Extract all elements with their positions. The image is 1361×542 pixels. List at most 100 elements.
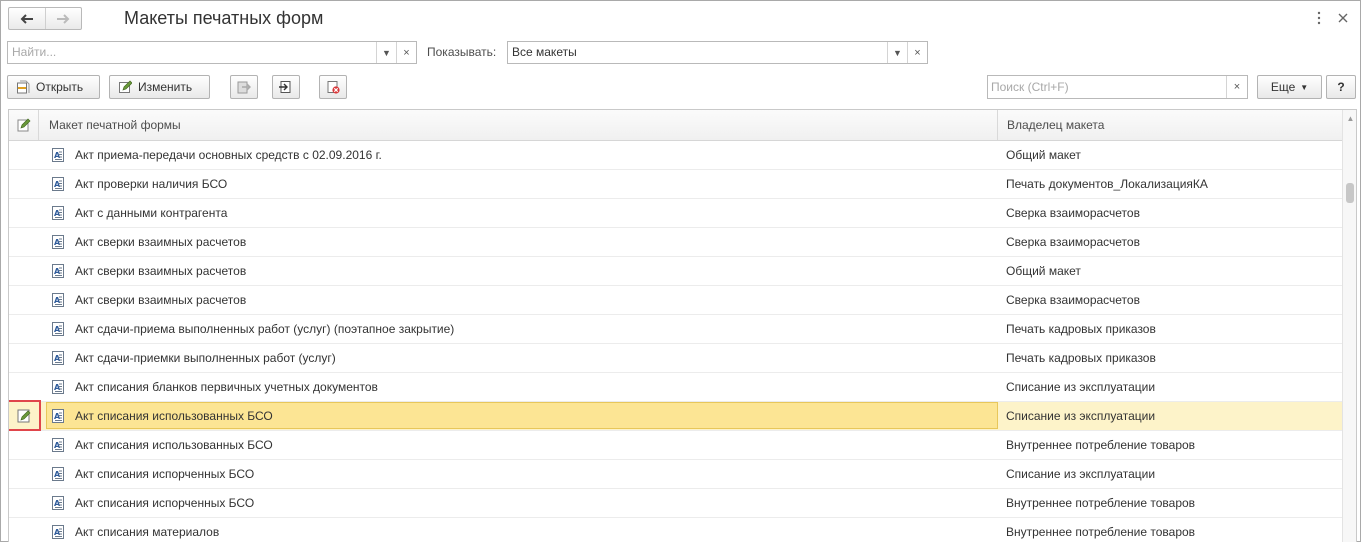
table-row[interactable]: A Акт сверки взаимных расчетов Общий макет [9, 257, 1342, 286]
template-owner-cell[interactable]: Сверка взаиморасчетов [1006, 199, 1140, 227]
template-name: Акт сдачи-приема выполненных работ (услу… [75, 322, 455, 336]
owner-column-header[interactable]: Владелец макета [1007, 110, 1104, 140]
name-column-header[interactable]: Макет печатной формы [49, 110, 181, 140]
grid-search: Поиск (Ctrl+F) × [987, 75, 1248, 99]
load-from-file-button[interactable] [272, 75, 300, 99]
edit-button[interactable]: Изменить [109, 75, 210, 99]
template-name-cell[interactable]: A Акт проверки наличия БСО [47, 170, 997, 198]
find-clear-button[interactable]: × [396, 42, 416, 63]
template-name-cell[interactable]: A Акт приема-передачи основных средств с … [47, 141, 997, 169]
template-name-cell[interactable]: A Акт с данными контрагента [47, 199, 997, 227]
table-row[interactable]: A Акт списания бланков первичных учетных … [9, 373, 1342, 402]
open-button[interactable]: Открыть [7, 75, 100, 99]
show-dropdown-button[interactable]: ▼ [887, 42, 907, 63]
find-dropdown-button[interactable]: ▼ [376, 42, 396, 63]
chevron-down-icon: ▼ [382, 47, 391, 58]
grid-search-clear-button[interactable]: × [1226, 76, 1247, 98]
template-document-icon: A [50, 321, 66, 337]
template-name-cell[interactable]: A Акт сверки взаимных расчетов [47, 257, 997, 285]
template-document-icon: A [50, 437, 66, 453]
template-document-icon: A [50, 466, 66, 482]
table-row[interactable]: A Акт списания испорченных БСО Списание из… [9, 460, 1342, 489]
help-button[interactable]: ? [1326, 75, 1356, 99]
edit-icon [118, 80, 132, 94]
template-owner-cell[interactable]: Печать документов_ЛокализацияКА [1006, 170, 1208, 198]
help-button-label: ? [1337, 80, 1345, 94]
template-name-cell[interactable]: A Акт сверки взаимных расчетов [47, 286, 997, 314]
table-row[interactable]: A Акт списания испорченных БСО Внутреннее … [9, 489, 1342, 518]
template-name: Акт списания испорченных БСО [75, 467, 255, 481]
delete-changed-template-button[interactable] [319, 75, 347, 99]
template-name-cell[interactable]: A Акт списания испорченных БСО [47, 460, 997, 488]
grid-header: Макет печатной формы Владелец макета [9, 110, 1342, 141]
template-owner-cell[interactable]: Общий макет [1006, 141, 1081, 169]
template-name-cell[interactable]: A Акт сверки взаимных расчетов [47, 228, 997, 256]
template-document-icon: A [50, 147, 66, 163]
delete-icon [327, 81, 340, 94]
forward-button[interactable] [44, 8, 82, 29]
table-row[interactable]: A Акт сдачи-приема выполненных работ (усл… [9, 315, 1342, 344]
template-owner-cell[interactable]: Печать кадровых приказов [1006, 315, 1156, 343]
table-row[interactable]: A Акт проверки наличия БСО Печать документ… [9, 170, 1342, 199]
close-button[interactable] [1336, 9, 1350, 27]
template-owner-cell[interactable]: Общий макет [1006, 257, 1081, 285]
template-name: Акт сверки взаимных расчетов [75, 264, 247, 278]
find-combo: Найти... ▼ × [7, 41, 417, 64]
arrow-left-icon [20, 13, 33, 24]
close-icon: × [403, 46, 410, 59]
template-name: Акт списания бланков первичных учетных д… [75, 380, 378, 394]
template-name: Акт приема-передачи основных средств с 0… [75, 148, 382, 162]
template-document-icon: A [50, 263, 66, 279]
table-row[interactable]: A Акт списания использованных БСО Списание… [9, 400, 1342, 431]
table-row[interactable]: A Акт с данными контрагента Сверка взаимор… [9, 199, 1342, 228]
changed-column-header[interactable] [17, 110, 31, 140]
templates-grid: Макет печатной формы Владелец макета A Ак… [8, 109, 1357, 542]
grid-rows: A Акт приема-передачи основных средств с … [9, 141, 1342, 542]
template-owner-cell[interactable]: Списание из эксплуатации [1006, 373, 1155, 401]
template-name: Акт списания использованных БСО [75, 408, 273, 423]
template-owner-cell[interactable]: Печать кадровых приказов [1006, 344, 1156, 372]
close-icon: × [914, 46, 921, 59]
template-owner-cell[interactable]: Сверка взаиморасчетов [1006, 228, 1140, 256]
template-owner-cell[interactable]: Внутреннее потребление товаров [1006, 489, 1195, 517]
template-document-icon: A [50, 524, 66, 540]
template-name-cell[interactable]: A Акт списания материалов [47, 518, 997, 542]
arrow-right-icon [57, 13, 70, 24]
table-row[interactable]: A Акт списания использованных БСО Внутренн… [9, 431, 1342, 460]
table-row[interactable]: A Акт сверки взаимных расчетов Сверка взаи… [9, 286, 1342, 315]
changed-template-icon [9, 400, 41, 431]
template-name-cell[interactable]: A Акт списания бланков первичных учетных … [47, 373, 997, 401]
vertical-scrollbar[interactable]: ▲ [1342, 110, 1356, 542]
template-name: Акт сверки взаимных расчетов [75, 293, 247, 307]
template-owner-cell[interactable]: Внутреннее потребление товаров [1006, 518, 1195, 542]
template-owner-cell[interactable]: Внутреннее потребление товаров [1006, 431, 1195, 459]
show-clear-button[interactable]: × [907, 42, 927, 63]
template-owner-cell[interactable]: Списание из эксплуатации [1006, 460, 1155, 488]
template-document-icon: A [50, 234, 66, 250]
more-menu-button[interactable] [1312, 9, 1326, 27]
find-input[interactable]: Найти... [8, 42, 376, 63]
save-to-file-button[interactable] [230, 75, 258, 99]
table-row[interactable]: A Акт сдачи-приемки выполненных работ (ус… [9, 344, 1342, 373]
template-name-cell[interactable]: A Акт списания испорченных БСО [47, 489, 997, 517]
template-owner-cell[interactable]: Сверка взаиморасчетов [1006, 286, 1140, 314]
grid-search-input[interactable]: Поиск (Ctrl+F) [988, 76, 1226, 98]
template-name: Акт сверки взаимных расчетов [75, 235, 247, 249]
table-row[interactable]: A Акт сверки взаимных расчетов Сверка взаи… [9, 228, 1342, 257]
template-document-icon: A [50, 495, 66, 511]
template-name-cell[interactable]: A Акт сдачи-приемки выполненных работ (ус… [47, 344, 997, 372]
template-name-cell[interactable]: A Акт списания использованных БСО [46, 402, 998, 429]
scroll-up-icon[interactable]: ▲ [1343, 110, 1356, 126]
open-button-label: Открыть [36, 80, 84, 94]
template-name-cell[interactable]: A Акт списания использованных БСО [47, 431, 997, 459]
back-button[interactable] [9, 8, 45, 29]
table-row[interactable]: A Акт списания материалов Внутреннее потре… [9, 518, 1342, 542]
more-button[interactable]: Еще ▼ [1257, 75, 1322, 99]
show-select[interactable]: Все макеты [508, 42, 887, 63]
load-from-file-icon [279, 81, 291, 93]
scrollbar-thumb[interactable] [1346, 183, 1354, 203]
template-name-cell[interactable]: A Акт сдачи-приема выполненных работ (усл… [47, 315, 997, 343]
template-owner-cell[interactable]: Списание из эксплуатации [1006, 402, 1155, 430]
pencil-icon [17, 118, 31, 132]
table-row[interactable]: A Акт приема-передачи основных средств с … [9, 141, 1342, 170]
